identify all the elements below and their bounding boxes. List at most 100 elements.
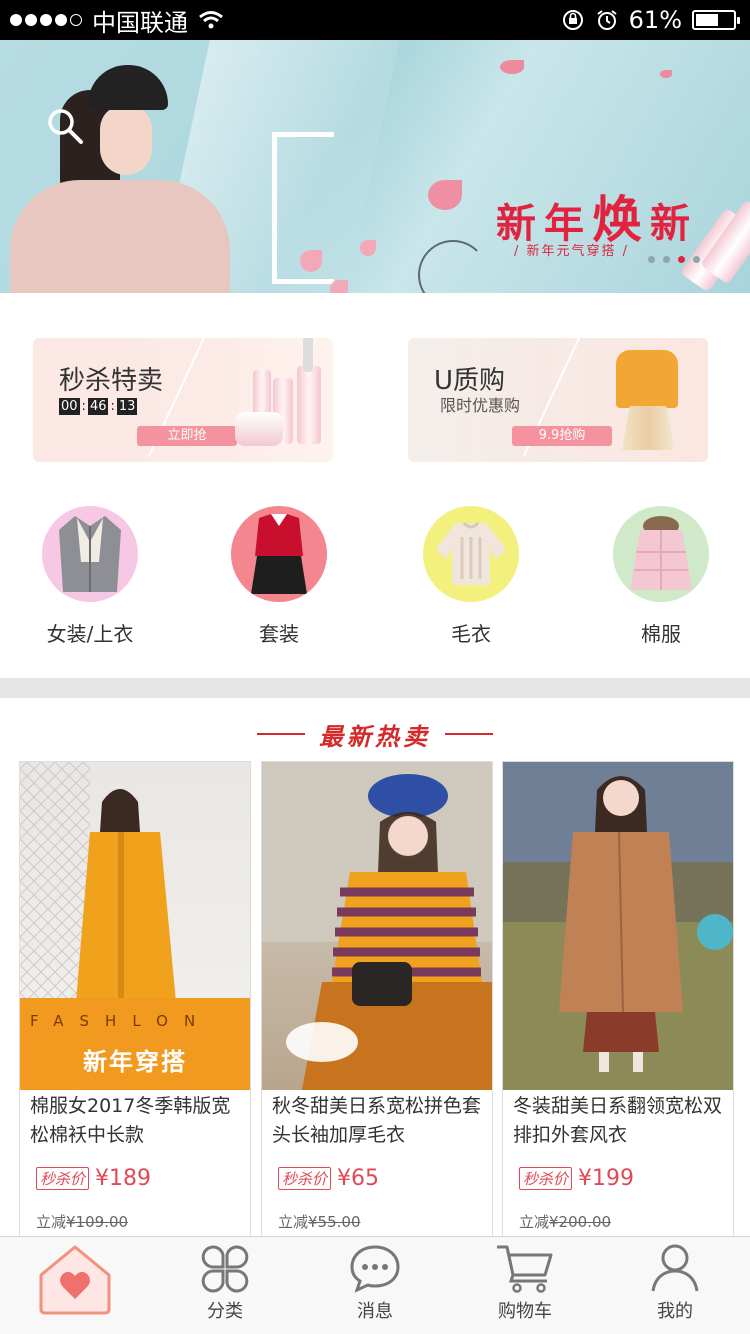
tab-home[interactable] — [0, 1237, 150, 1334]
price-row: 秒杀价 ¥189 — [20, 1166, 250, 1191]
product-card[interactable]: 冬装甜美日系翻领宽松双排扣外套风衣 秒杀价 ¥199 立减¥200.00 — [502, 761, 734, 1237]
heading-line — [445, 733, 493, 735]
tab-category[interactable]: 分类 — [150, 1237, 300, 1334]
flash-sale-card[interactable]: 秒杀特卖 00: 46: 13 立即抢 — [33, 338, 333, 462]
original-price: ¥55.00 — [308, 1213, 361, 1231]
discount-label: 立减 — [36, 1213, 67, 1231]
product-card[interactable]: 秋冬甜美日系宽松拼色套头长袖加厚毛衣 秒杀价 ¥65 立减¥55.00 — [261, 761, 493, 1237]
price-row: 秒杀价 ¥65 — [262, 1166, 492, 1191]
timer-minutes: 46 — [87, 398, 109, 415]
discount-row: 立减¥55.00 — [262, 1211, 492, 1232]
tab-label: 购物车 — [498, 1301, 552, 1322]
cosmetics-image — [233, 338, 333, 452]
category-image — [42, 506, 138, 602]
user-icon — [651, 1244, 699, 1292]
product-card[interactable]: FASHLON 新年穿搭 棉服女2017冬季韩版宽松棉袄中长款 秒杀价 ¥189… — [19, 761, 251, 1237]
blossom-decoration — [300, 250, 322, 272]
product-name: 冬装甜美日系翻领宽松双排扣外套风衣 — [513, 1095, 723, 1146]
flash-price-tag: 秒杀价 — [519, 1167, 573, 1190]
category-image — [231, 506, 327, 602]
timer-seconds: 13 — [116, 398, 138, 415]
category-label: 棉服 — [641, 622, 681, 646]
rotation-lock-icon — [562, 10, 583, 30]
heading-line — [257, 733, 305, 735]
category-sets[interactable]: 套装 — [214, 506, 344, 647]
alarm-icon — [597, 10, 617, 30]
sweater-outfit-image — [608, 346, 684, 451]
tab-profile[interactable]: 我的 — [600, 1237, 750, 1334]
tab-messages[interactable]: 消息 — [300, 1237, 450, 1334]
nine-nine-buy-button[interactable]: 9.9抢购 — [512, 426, 612, 446]
category-image — [613, 506, 709, 602]
tab-label: 消息 — [357, 1301, 393, 1322]
blossom-decoration — [330, 280, 348, 293]
category-padded-coats[interactable]: 棉服 — [596, 506, 726, 647]
flash-price-tag: 秒杀价 — [36, 1167, 90, 1190]
battery-percent: 61% — [628, 6, 682, 34]
flash-price-tag: 秒杀价 — [278, 1167, 332, 1190]
category-image — [423, 506, 519, 602]
fashion-promo-band: FASHLON 新年穿搭 — [20, 998, 250, 1090]
category-sweaters[interactable]: 毛衣 — [406, 506, 536, 647]
product-image — [262, 762, 492, 1090]
banner-cosmetics-image — [680, 199, 750, 293]
product-price: ¥65 — [337, 1166, 380, 1191]
tab-label: 分类 — [207, 1301, 243, 1322]
dress-set-icon — [251, 514, 307, 594]
banner-subtitle: / 新年元气穿搭 / — [514, 244, 630, 259]
hot-sale-heading: 最新热卖 — [0, 714, 750, 754]
original-price: ¥200.00 — [549, 1213, 612, 1231]
quality-buy-card[interactable]: U质购 限时优惠购 9.9抢购 — [408, 338, 708, 462]
product-image — [503, 762, 733, 1090]
banner-circle-decoration — [418, 240, 488, 293]
flash-sale-title: 秒杀特卖 — [59, 366, 164, 396]
product-name: 棉服女2017冬季韩版宽松棉袄中长款 — [30, 1095, 231, 1146]
blossom-decoration — [360, 240, 376, 256]
original-price: ¥109.00 — [66, 1213, 129, 1231]
hero-banner[interactable]: 新年焕新 / 新年元气穿搭 / — [0, 40, 750, 293]
pagination-dot[interactable] — [648, 256, 655, 263]
product-image: FASHLON 新年穿搭 — [20, 762, 250, 1090]
puffer-coat-icon — [630, 516, 692, 590]
status-left: 中国联通 — [10, 3, 224, 38]
battery-icon — [692, 10, 740, 30]
sweater-icon — [436, 521, 506, 585]
countdown-timer: 00: 46: 13 — [59, 398, 138, 415]
tab-label: 我的 — [657, 1301, 693, 1322]
status-right: 61% — [561, 6, 740, 34]
tab-cart[interactable]: 购物车 — [450, 1237, 600, 1334]
carrier-label: 中国联通 — [92, 8, 188, 37]
petal-decoration — [660, 70, 672, 78]
signal-icon — [10, 14, 82, 26]
discount-row: 立减¥109.00 — [20, 1211, 250, 1232]
bottom-tab-bar: 分类 消息 购物车 我的 — [0, 1236, 750, 1334]
banner-pagination[interactable] — [648, 256, 700, 263]
blossom-decoration — [428, 180, 462, 210]
price-row: 秒杀价 ¥199 — [503, 1166, 733, 1191]
product-name: 秋冬甜美日系宽松拼色套头长袖加厚毛衣 — [272, 1095, 482, 1146]
fashion-band-text: FASHLON — [30, 1012, 212, 1030]
petal-decoration — [500, 60, 524, 74]
home-icon — [39, 1245, 111, 1315]
timer-hours: 00 — [59, 398, 80, 415]
category-label: 女装/上衣 — [46, 622, 134, 646]
pagination-dot-active[interactable] — [678, 256, 685, 263]
discount-label: 立减 — [278, 1213, 309, 1231]
banner-model-image — [0, 50, 230, 293]
pagination-dot[interactable] — [693, 256, 700, 263]
pagination-dot[interactable] — [663, 256, 670, 263]
product-price: ¥189 — [95, 1166, 152, 1191]
section-divider — [0, 678, 750, 698]
category-label: 毛衣 — [451, 622, 491, 646]
message-icon — [350, 1245, 400, 1293]
search-icon[interactable] — [46, 107, 84, 145]
discount-row: 立减¥200.00 — [503, 1211, 733, 1232]
status-bar: 中国联通 61% — [0, 0, 750, 40]
category-womens-tops[interactable]: 女装/上衣 — [25, 506, 155, 647]
product-price: ¥199 — [578, 1166, 635, 1191]
coat-icon — [59, 516, 121, 592]
category-icon — [201, 1245, 249, 1293]
discount-label: 立减 — [519, 1213, 550, 1231]
grab-now-button[interactable]: 立即抢 — [137, 426, 237, 446]
app-screen: 中国联通 61% 新年焕新 / 新年元气穿搭 / 秒杀特卖 00: 46: … — [0, 0, 750, 1334]
